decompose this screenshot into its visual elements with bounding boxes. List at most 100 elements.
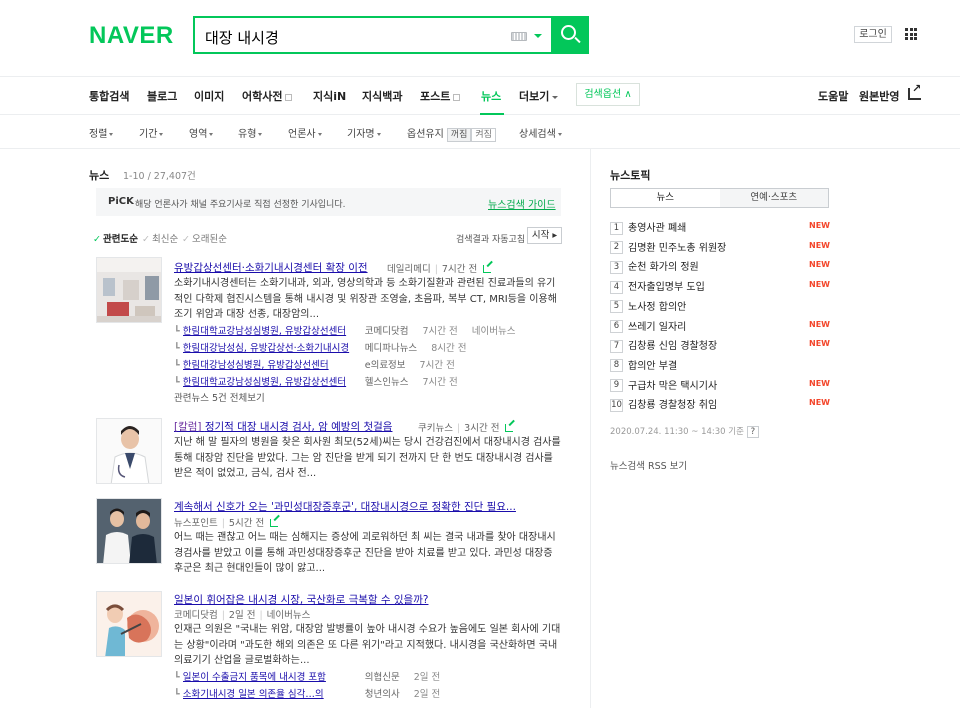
search-button[interactable] bbox=[551, 16, 589, 54]
related-article-link[interactable]: 한림대학교강남성심병원, 유방갑상선센터 bbox=[183, 374, 361, 388]
topic-tab-news[interactable]: 뉴스 bbox=[611, 189, 720, 207]
topic-text[interactable]: 총영사관 폐쇄 bbox=[628, 223, 686, 234]
topic-item[interactable]: 8 합의안 부결 bbox=[610, 357, 830, 373]
search-query[interactable]: 대장 내시경 bbox=[205, 27, 279, 48]
tab-images[interactable]: 이미지 bbox=[194, 88, 224, 104]
auto-refresh-start-button[interactable]: 시작 ▸ bbox=[527, 227, 562, 244]
tab-blog[interactable]: 블로그 bbox=[147, 88, 177, 104]
article-thumbnail[interactable] bbox=[96, 418, 162, 484]
filter-area[interactable]: 영역 bbox=[189, 125, 214, 140]
related-news-more-link[interactable]: 관련뉴스 5건 전체보기 bbox=[174, 390, 265, 404]
article-title-link[interactable]: 계속해서 신호가 오는 '과민성대장증후군', 대장내시경으로 정확한 진단 필… bbox=[174, 499, 516, 514]
related-article-link[interactable]: 한림대강남성심병원, 유방갑상선센터 bbox=[183, 357, 361, 371]
autocomplete-toggle-icon[interactable] bbox=[534, 34, 542, 38]
new-badge: NEW bbox=[809, 240, 830, 250]
topic-rank: 7 bbox=[610, 339, 623, 353]
topic-text[interactable]: 쓰레기 일자리 bbox=[628, 322, 686, 333]
tab-integrated[interactable]: 통합검색 bbox=[89, 88, 129, 104]
article-title-link[interactable]: 유방갑상선센터·소화기내시경센터 확장 이전 bbox=[174, 260, 368, 275]
filter-detail[interactable]: 상세검색 bbox=[519, 125, 562, 140]
article-title-link[interactable]: 일본이 휘어잡은 내시경 시장, 국산화로 극복할 수 있을까? bbox=[174, 592, 428, 607]
login-button[interactable]: 로그인 bbox=[854, 26, 892, 43]
topic-text[interactable]: 순천 화가의 정원 bbox=[628, 262, 699, 273]
topic-text[interactable]: 전자출입명부 도입 bbox=[628, 282, 705, 293]
article-thumbnail[interactable] bbox=[96, 591, 162, 657]
original-link[interactable]: 원본반영 bbox=[859, 88, 899, 104]
article-summary: 소화기내시경센터는 소화기내과, 외과, 영상의학과 등 소화기질환과 관련된 … bbox=[174, 278, 557, 320]
naver-news-link[interactable]: 네이버뉴스 bbox=[472, 326, 516, 337]
new-badge: NEW bbox=[809, 398, 830, 408]
help-icon[interactable]: ? bbox=[746, 426, 759, 438]
doctor-portrait bbox=[97, 419, 161, 483]
filter-sort[interactable]: 정렬 bbox=[89, 125, 114, 140]
article-title-link[interactable]: [칼럼] 정기적 대장 내시경 검사, 암 예방의 첫걸음 bbox=[174, 419, 392, 434]
apps-grid-icon[interactable] bbox=[905, 28, 917, 40]
news-section-title: 뉴스 bbox=[89, 169, 110, 182]
topic-item[interactable]: 5 노사정 합의안 bbox=[610, 298, 830, 314]
sort-oldest[interactable]: ✓ 오래된순 bbox=[182, 231, 227, 245]
press-link[interactable]: 코메디닷컴 bbox=[174, 610, 218, 621]
topic-tab-entertainment[interactable]: 연예·스포츠 bbox=[719, 189, 828, 207]
topic-item[interactable]: 6 쓰레기 일자리 NEW bbox=[610, 318, 830, 334]
tab-news[interactable]: 뉴스 bbox=[481, 88, 501, 104]
external-link-icon[interactable] bbox=[270, 519, 279, 527]
filter-press[interactable]: 언론사 bbox=[288, 125, 322, 140]
press-link[interactable]: 데일리메디 bbox=[387, 264, 431, 275]
topic-rank: 3 bbox=[610, 260, 623, 274]
search-tabs: 통합검색 블로그 이미지 어학사전 지식iN 지식백과 포스트 뉴스 더보기 도… bbox=[0, 77, 960, 115]
topic-item[interactable]: 7 김창룡 신임 경찰청장 NEW bbox=[610, 337, 830, 353]
external-link-icon[interactable] bbox=[483, 265, 492, 273]
related-article: ┗ 한림대학교강남성심병원, 유방갑상선센터 코메디닷컴 7시간 전 네이버뉴스 bbox=[174, 323, 515, 337]
tab-more[interactable]: 더보기 bbox=[519, 88, 559, 104]
topic-text[interactable]: 김창룡 경찰청장 취임 bbox=[628, 400, 717, 411]
sort-relevance[interactable]: ✓ 관련도순 bbox=[93, 231, 138, 245]
topic-item[interactable]: 9 구급차 막은 택시기사 NEW bbox=[610, 377, 830, 393]
topic-item[interactable]: 10 김창룡 경찰청장 취임 NEW bbox=[610, 396, 830, 412]
topic-text[interactable]: 노사정 합의안 bbox=[628, 302, 686, 313]
related-article: ┗ 한림대강남성심병원, 유방갑상선센터 e의료정보 7시간 전 bbox=[174, 357, 455, 371]
keyboard-icon[interactable] bbox=[511, 32, 527, 41]
topic-text[interactable]: 김창룡 신임 경찰청장 bbox=[628, 341, 717, 352]
share-icon[interactable] bbox=[908, 82, 921, 100]
new-badge: NEW bbox=[809, 280, 830, 290]
topic-text[interactable]: 합의안 부결 bbox=[628, 361, 677, 372]
option-off-toggle[interactable]: 꺼짐 bbox=[446, 128, 472, 142]
article-meta: 뉴스포인트 | 5시간 전 bbox=[174, 515, 279, 529]
tab-kin[interactable]: 지식iN bbox=[313, 88, 346, 104]
option-on-toggle[interactable]: 켜짐 bbox=[471, 128, 496, 142]
naver-logo[interactable]: NAVER bbox=[89, 22, 174, 50]
topic-rank: 1 bbox=[610, 221, 623, 235]
tab-dictionary[interactable]: 어학사전 bbox=[242, 88, 293, 104]
topic-item[interactable]: 3 순천 화가의 정원 NEW bbox=[610, 258, 830, 274]
article-thumbnail[interactable] bbox=[96, 257, 162, 323]
topic-item[interactable]: 4 전자출입명부 도입 NEW bbox=[610, 278, 830, 294]
tab-post[interactable]: 포스트 bbox=[420, 88, 461, 104]
related-article: ┗ 한림대강남성심, 유방갑상선·소화기내시경 메디파나뉴스 8시간 전 bbox=[174, 340, 466, 354]
related-article-link[interactable]: 한림대강남성심, 유방갑상선·소화기내시경 bbox=[183, 340, 361, 354]
naver-news-link[interactable]: 네이버뉴스 bbox=[267, 610, 311, 621]
topic-item[interactable]: 1 총영사관 폐쇄 NEW bbox=[610, 219, 830, 235]
rss-link[interactable]: 뉴스검색 RSS 보기 bbox=[610, 458, 687, 472]
topic-text[interactable]: 구급차 막은 택시기사 bbox=[628, 381, 717, 392]
related-article-link[interactable]: 한림대학교강남성심병원, 유방갑상선센터 bbox=[183, 323, 361, 337]
external-link-icon[interactable] bbox=[505, 424, 514, 432]
related-article-link[interactable]: 소화기내시경 일본 의존율 심각…의 bbox=[183, 686, 361, 700]
search-options-button[interactable]: 검색옵션 ∧ bbox=[576, 83, 640, 106]
press-link[interactable]: 뉴스포인트 bbox=[174, 518, 218, 529]
topic-timestamp: 2020.07.24. 11:30 ~ 14:30 기준? bbox=[610, 425, 759, 438]
press-link[interactable]: 쿠키뉴스 bbox=[418, 423, 453, 434]
news-guide-link[interactable]: 뉴스검색 가이드 bbox=[488, 196, 556, 211]
filter-reporter[interactable]: 기자명 bbox=[347, 125, 381, 140]
help-link[interactable]: 도움말 bbox=[818, 88, 848, 104]
filter-type[interactable]: 유형 bbox=[238, 125, 263, 140]
sort-newest[interactable]: ✓ 최신순 bbox=[142, 231, 178, 245]
search-input[interactable]: 대장 내시경 bbox=[193, 16, 551, 54]
related-article-link[interactable]: 일본이 수출금지 품목에 내시경 포함 bbox=[183, 669, 361, 683]
topic-text[interactable]: 김명환 민주노총 위원장 bbox=[628, 243, 726, 254]
topic-item[interactable]: 2 김명환 민주노총 위원장 NEW bbox=[610, 239, 830, 255]
filter-period[interactable]: 기간 bbox=[139, 125, 164, 140]
tab-encyclopedia[interactable]: 지식백과 bbox=[362, 88, 402, 104]
article-thumbnail[interactable] bbox=[96, 498, 162, 564]
pick-message: 해당 언론사가 채널 주요기사로 직접 선정한 기사입니다. bbox=[135, 200, 346, 210]
chevron-down-icon bbox=[552, 95, 559, 99]
